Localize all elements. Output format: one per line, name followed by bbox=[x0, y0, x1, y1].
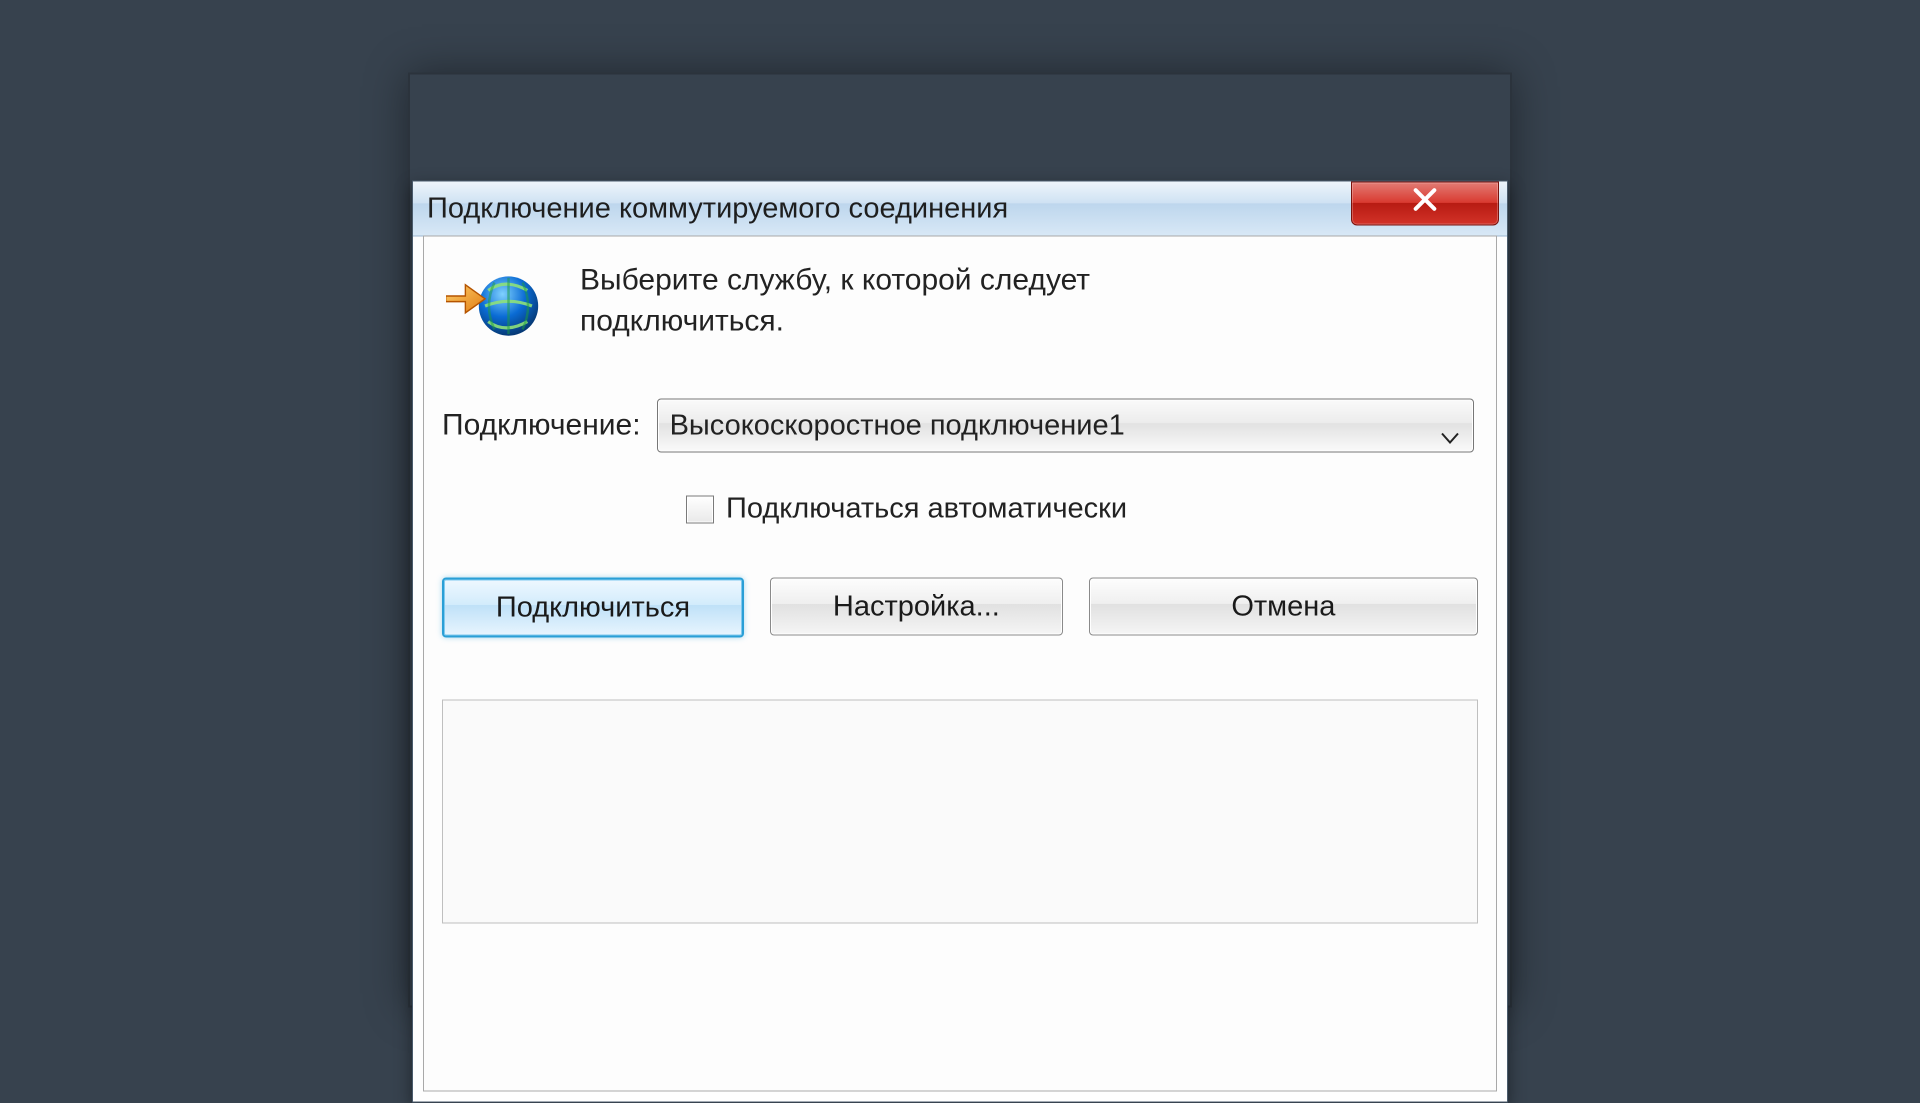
status-panel bbox=[442, 700, 1478, 924]
dialup-connection-dialog: Подключение коммутируемого соединения bbox=[412, 181, 1508, 1103]
cancel-button-label: Отмена bbox=[1231, 590, 1335, 623]
close-icon bbox=[1411, 186, 1439, 222]
instruction-text: Выберите службу, к которой следует подкл… bbox=[580, 261, 1240, 342]
connect-button[interactable]: Подключиться bbox=[442, 578, 744, 638]
auto-connect-label: Подключаться автоматически bbox=[726, 493, 1127, 526]
connection-label: Подключение: bbox=[442, 409, 641, 443]
close-button[interactable] bbox=[1351, 182, 1499, 226]
dialog-body: Выберите службу, к которой следует подкл… bbox=[423, 236, 1497, 1092]
window-title: Подключение коммутируемого соединения bbox=[427, 192, 1008, 225]
connection-globe-icon bbox=[446, 269, 546, 347]
settings-button-label: Настройка... bbox=[833, 590, 1000, 623]
connection-selected-value: Высокоскоростное подключение1 bbox=[670, 409, 1125, 442]
auto-connect-checkbox[interactable] bbox=[686, 495, 714, 523]
cancel-button[interactable]: Отмена bbox=[1089, 578, 1478, 636]
connect-button-label: Подключиться bbox=[496, 591, 690, 624]
settings-button[interactable]: Настройка... bbox=[770, 578, 1063, 636]
title-bar[interactable]: Подключение коммутируемого соединения bbox=[413, 182, 1507, 237]
chevron-down-icon bbox=[1441, 420, 1459, 432]
connection-dropdown[interactable]: Высокоскоростное подключение1 bbox=[657, 399, 1474, 453]
desktop-frame: Подключение коммутируемого соединения bbox=[408, 73, 1512, 1008]
